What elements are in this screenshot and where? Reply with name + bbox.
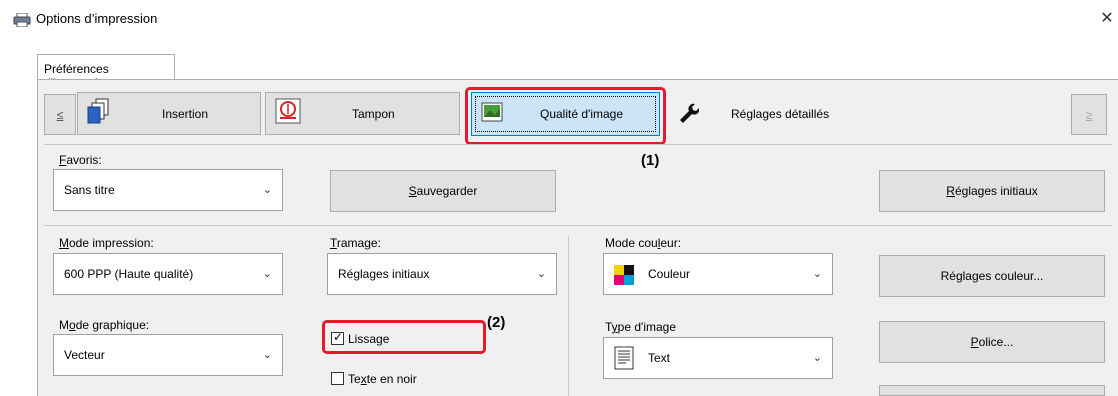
- save-button[interactable]: Sauvegarder: [330, 170, 556, 212]
- callout-2: (2): [487, 314, 506, 331]
- screening-value: Réglages initiaux: [338, 267, 430, 281]
- bottom-button-partial[interactable]: [879, 385, 1105, 396]
- smoothing-checkbox[interactable]: ✓: [331, 330, 344, 345]
- wrench-icon: [680, 103, 699, 123]
- toolbar-detailed-settings-label: Réglages détaillés: [731, 107, 830, 121]
- chevron-down-icon: ⌄: [812, 268, 822, 280]
- stamp-icon: [275, 98, 301, 124]
- font-button[interactable]: Police...: [879, 321, 1105, 363]
- color-mode-value: Couleur: [648, 267, 691, 281]
- smoothing-label: Lissage: [348, 332, 390, 346]
- checkmark-icon: ✓: [333, 330, 344, 344]
- image-type-label: Type d'image: [605, 320, 677, 334]
- chevron-down-icon: ⌄: [812, 352, 822, 364]
- chevron-down-icon: ⌄: [262, 349, 272, 361]
- toolbar-stamp-label: Tampon: [352, 107, 395, 121]
- graphics-mode-value: Vecteur: [64, 348, 105, 362]
- window-title: Options d’impression: [36, 11, 158, 26]
- toolbar-stamp-button[interactable]: Tampon: [265, 92, 460, 135]
- printer-icon: [13, 13, 31, 27]
- toolbar-next-button[interactable]: ≥: [1071, 94, 1107, 135]
- color-mode-select[interactable]: Couleur ⌄: [603, 253, 833, 295]
- highlight-box-1: [465, 87, 666, 145]
- print-mode-select[interactable]: 600 PPP (Haute qualité) ⌄: [53, 253, 283, 295]
- black-text-label: Texte en noir: [348, 372, 417, 386]
- title-bar: Options d’impression ✕: [0, 0, 1118, 38]
- toolbar-separator: [44, 144, 1112, 145]
- color-settings-button[interactable]: Réglages couleur...: [879, 255, 1105, 297]
- toolbar-insertion-label: Insertion: [162, 107, 209, 121]
- chevron-down-icon: ⌄: [536, 268, 546, 280]
- chevron-down-icon: ⌄: [262, 268, 272, 280]
- black-text-checkbox[interactable]: [331, 372, 344, 385]
- column-divider: [568, 236, 569, 396]
- image-type-select[interactable]: Text ⌄: [603, 337, 833, 379]
- screening-select[interactable]: Réglages initiaux ⌄: [327, 253, 557, 295]
- close-button[interactable]: ✕: [1096, 8, 1118, 30]
- favorites-label: Favoris:: [59, 153, 102, 167]
- favorites-separator: [44, 225, 1112, 226]
- print-mode-value: 600 PPP (Haute qualité): [64, 267, 194, 281]
- toolbar-insertion-button[interactable]: Insertion: [77, 92, 261, 135]
- print-mode-label: Mode impression:: [59, 236, 154, 250]
- graphics-mode-select[interactable]: Vecteur ⌄: [53, 334, 283, 376]
- toolbar-detailed-settings-button[interactable]: Réglages détaillés: [664, 92, 854, 135]
- callout-1: (1): [641, 152, 660, 169]
- color-mode-label: Mode couleur:: [605, 236, 682, 250]
- initial-settings-button[interactable]: Réglages initiaux: [879, 170, 1105, 212]
- image-type-value: Text: [648, 351, 671, 365]
- toolbar-prev-button[interactable]: ≤: [44, 94, 76, 135]
- text-document-icon: [614, 346, 634, 370]
- color-swatch-icon: [614, 265, 634, 285]
- favorites-select[interactable]: Sans titre ⌄: [53, 169, 283, 211]
- favorites-value: Sans titre: [64, 183, 115, 197]
- graphics-mode-label: Mode graphique:: [59, 318, 150, 332]
- highlight-box-2: [322, 320, 486, 354]
- screening-label: Tramage:: [330, 236, 381, 250]
- tab-preferences[interactable]: Préférences d'impression: [37, 54, 175, 90]
- chevron-down-icon: ⌄: [262, 184, 272, 196]
- insertion-icon: [87, 98, 109, 124]
